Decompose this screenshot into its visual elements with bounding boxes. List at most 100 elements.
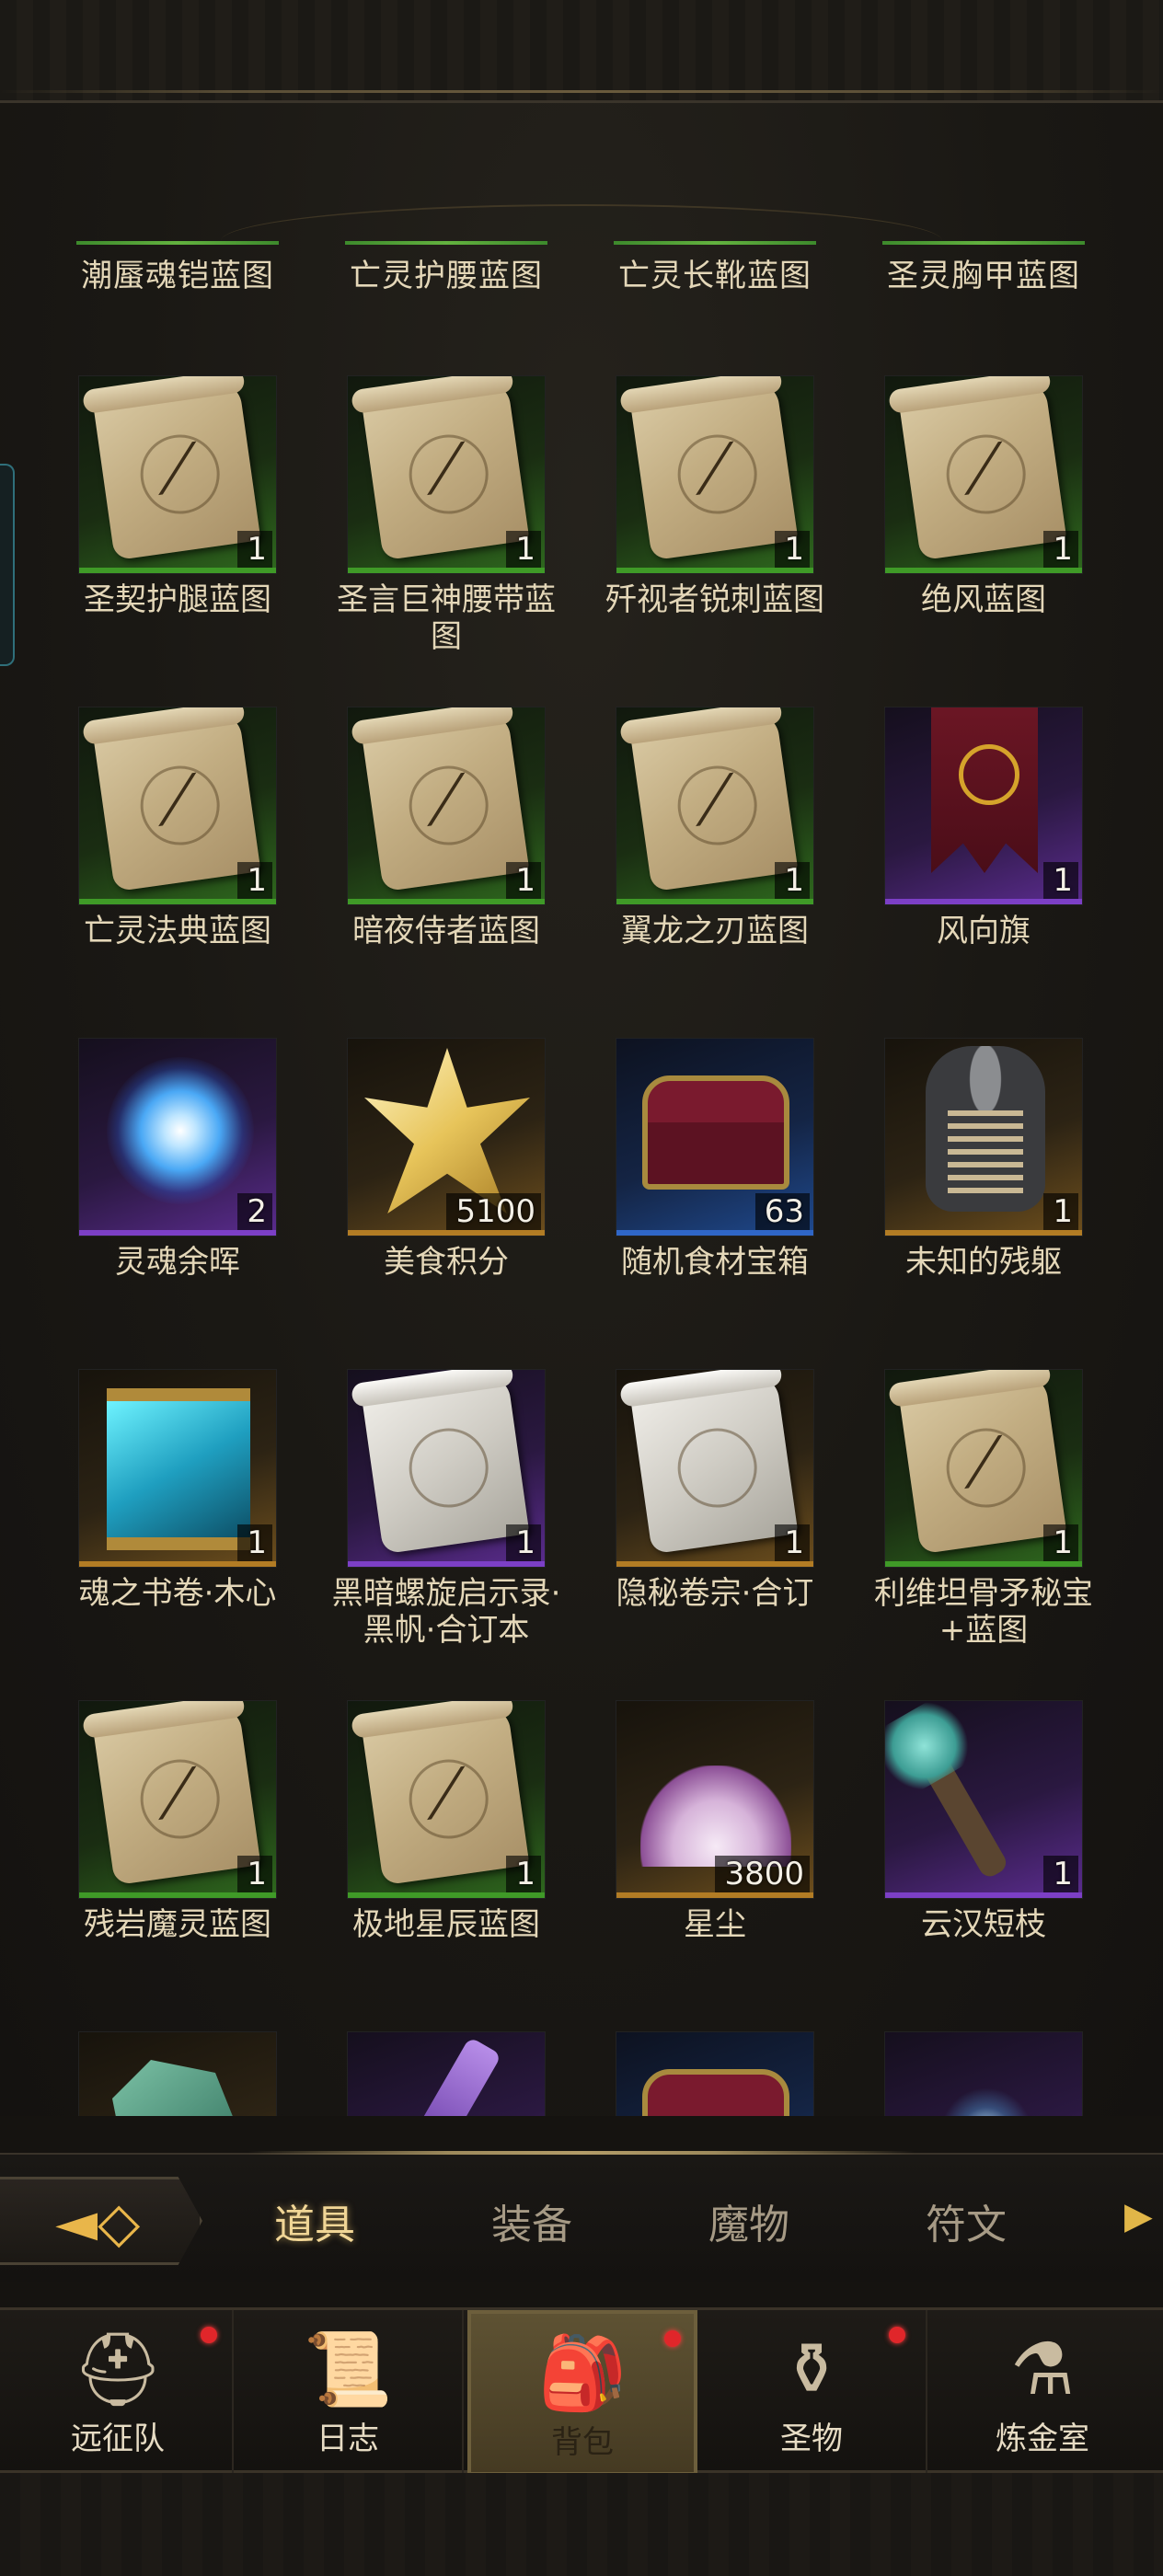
inventory-item[interactable]: 1 风向旗: [864, 707, 1103, 949]
item-name: 隐秘卷宗·合订: [616, 1575, 814, 1612]
treasure-chest-icon: [616, 2031, 814, 2116]
item-count: 1: [775, 862, 810, 899]
backpack-icon: 🎒: [537, 2332, 628, 2415]
inventory-item[interactable]: 2 灵魂余晖: [58, 1038, 297, 1281]
inventory-item[interactable]: ⟋ 1 利维坦骨矛秘宝+蓝图: [864, 1369, 1103, 1649]
nav-journal[interactable]: 📜 日志: [234, 2310, 464, 2476]
item-name: 亡灵法典蓝图: [84, 913, 271, 949]
back-button[interactable]: ◄◇: [0, 2177, 202, 2265]
bottom-ornate-strip: [0, 2473, 1163, 2576]
sparkle-icon: [884, 2031, 1083, 2116]
nav-alchemy[interactable]: ⚗ 炼金室: [927, 2310, 1157, 2476]
item-name: 随机食材宝箱: [621, 1244, 809, 1281]
inventory-panel: 潮蜃魂铠蓝图 亡灵护腰蓝图 亡灵长靴蓝图 圣灵胸甲蓝图 ⟋ 1 圣契护腿蓝图 ⟋ 1 圣言…: [0, 103, 1163, 2116]
tab-equipment[interactable]: 装备: [449, 2191, 615, 2250]
item-count: 1: [506, 1524, 541, 1561]
nav-expedition[interactable]: ⛑ 远征队: [4, 2310, 234, 2476]
bottom-navigation: ⛑ 远征队 📜 日志 🎒 背包 ⚱ 圣物 ⚗ 炼金室: [0, 2307, 1163, 2476]
vial-icon: [347, 2031, 546, 2116]
inventory-item[interactable]: 1 黑暗螺旋启示录·黑帆·合订本: [327, 1369, 566, 1649]
item-count: 3800: [715, 1856, 810, 1892]
inventory-item[interactable]: 1 魂之书卷·木心: [58, 1369, 297, 1612]
alchemy-icon: ⚗: [1010, 2329, 1075, 2411]
inventory-item[interactable]: 1 未知的残躯: [864, 1038, 1103, 1281]
nav-relics[interactable]: ⚱ 圣物: [697, 2310, 927, 2476]
inventory-item[interactable]: 63 随机食材宝箱: [595, 1038, 835, 1281]
tab-runes[interactable]: 符文: [883, 2191, 1049, 2250]
white-scroll-icon: 1: [616, 1369, 814, 1568]
blueprint-scroll-icon: ⟋ 1: [78, 707, 277, 905]
inventory-item[interactable]: 1 隐秘卷宗·合订: [595, 1369, 835, 1612]
inventory-item-partial[interactable]: [58, 2031, 297, 2116]
inventory-item[interactable]: ⟋ 1 绝风蓝图: [864, 375, 1103, 618]
blueprint-scroll-icon: ⟋ 1: [347, 375, 546, 574]
category-tab-bar: ◄◇ 道具 装备 魔物 符文 ▶: [0, 2151, 1163, 2282]
item-name: 灵魂余晖: [115, 1244, 240, 1281]
header-label: 潮蜃魂铠蓝图: [58, 241, 297, 295]
banner-icon: 1: [884, 707, 1083, 905]
blueprint-scroll-icon: ⟋ 1: [78, 1700, 277, 1899]
inventory-item-partial[interactable]: [595, 2031, 835, 2116]
star-crystal-icon: 5100: [347, 1038, 546, 1236]
item-count: 1: [237, 1856, 272, 1892]
blueprint-scroll-icon: ⟋ 1: [884, 1369, 1083, 1568]
item-name: 残岩魔灵蓝图: [84, 1906, 271, 1943]
inventory-item[interactable]: ⟋ 1 残岩魔灵蓝图: [58, 1700, 297, 1943]
top-ornate-header: [0, 0, 1163, 103]
item-name: 美食积分: [384, 1244, 509, 1281]
blueprint-scroll-icon: ⟋ 1: [616, 707, 814, 905]
inventory-item[interactable]: ⟋ 1 圣契护腿蓝图: [58, 375, 297, 618]
item-count: 63: [754, 1193, 810, 1230]
top-ornament: [221, 204, 942, 241]
treasure-chest-icon: 63: [616, 1038, 814, 1236]
item-count: 1: [775, 1524, 810, 1561]
inventory-item[interactable]: ⟋ 1 翼龙之刃蓝图: [595, 707, 835, 949]
item-count: 1: [237, 1524, 272, 1561]
item-count: 1: [506, 531, 541, 568]
header-label: 圣灵胸甲蓝图: [864, 241, 1103, 295]
item-name: 极地星辰蓝图: [352, 1906, 540, 1943]
item-count: 1: [237, 531, 272, 568]
inventory-item[interactable]: 3800 星尘: [595, 1700, 835, 1943]
tab-items[interactable]: 道具: [232, 2191, 397, 2250]
item-count: 2: [237, 1193, 272, 1230]
next-tab-arrow-icon[interactable]: ▶: [1124, 2195, 1153, 2237]
header-label: 亡灵护腰蓝图: [327, 241, 566, 295]
blueprint-scroll-icon: ⟋ 1: [616, 375, 814, 574]
item-name: 黑暗螺旋启示录·黑帆·合订本: [331, 1575, 561, 1649]
item-count: 1: [1043, 1856, 1078, 1892]
stardust-icon: 3800: [616, 1700, 814, 1899]
side-edge-tab[interactable]: [0, 464, 15, 666]
inventory-item[interactable]: ⟋ 1 圣言巨神腰带蓝图: [327, 375, 566, 655]
inventory-item[interactable]: ⟋ 1 极地星辰蓝图: [327, 1700, 566, 1943]
soul-orb-icon: 2: [78, 1038, 277, 1236]
item-name: 圣契护腿蓝图: [84, 581, 271, 618]
item-count: 1: [506, 862, 541, 899]
glowing-scroll-icon: 1: [78, 1369, 277, 1568]
journal-icon: 📜: [303, 2329, 393, 2411]
viking-helmet-icon: ⛑: [72, 2329, 164, 2411]
inventory-item[interactable]: ⟋ 1 亡灵法典蓝图: [58, 707, 297, 949]
blueprint-scroll-icon: ⟋ 1: [884, 375, 1083, 574]
inventory-item[interactable]: 5100 美食积分: [327, 1038, 566, 1281]
skeleton-torso-icon: 1: [884, 1038, 1083, 1236]
nav-backpack[interactable]: 🎒 背包: [467, 2310, 697, 2476]
header-label: 亡灵长靴蓝图: [595, 241, 835, 295]
item-count: 1: [1043, 531, 1078, 568]
notification-dot: [201, 2327, 217, 2343]
item-name: 歼视者锐刺蓝图: [605, 581, 824, 618]
item-name: 翼龙之刃蓝图: [621, 913, 809, 949]
inventory-item[interactable]: ⟋ 1 暗夜侍者蓝图: [327, 707, 566, 949]
inventory-item[interactable]: ⟋ 1 歼视者锐刺蓝图: [595, 375, 835, 618]
item-name: 圣言巨神腰带蓝图: [337, 581, 556, 655]
item-name: 魂之书卷·木心: [78, 1575, 277, 1612]
branch-icon: 1: [884, 1700, 1083, 1899]
notification-dot: [889, 2327, 905, 2343]
inventory-item[interactable]: 1 云汉短枝: [864, 1700, 1103, 1943]
tab-monsters[interactable]: 魔物: [666, 2191, 832, 2250]
inventory-item-partial[interactable]: [327, 2031, 566, 2116]
item-count: 1: [1043, 1524, 1078, 1561]
item-name: 风向旗: [937, 913, 1031, 949]
notification-dot: [664, 2330, 681, 2347]
inventory-item-partial[interactable]: [864, 2031, 1103, 2116]
